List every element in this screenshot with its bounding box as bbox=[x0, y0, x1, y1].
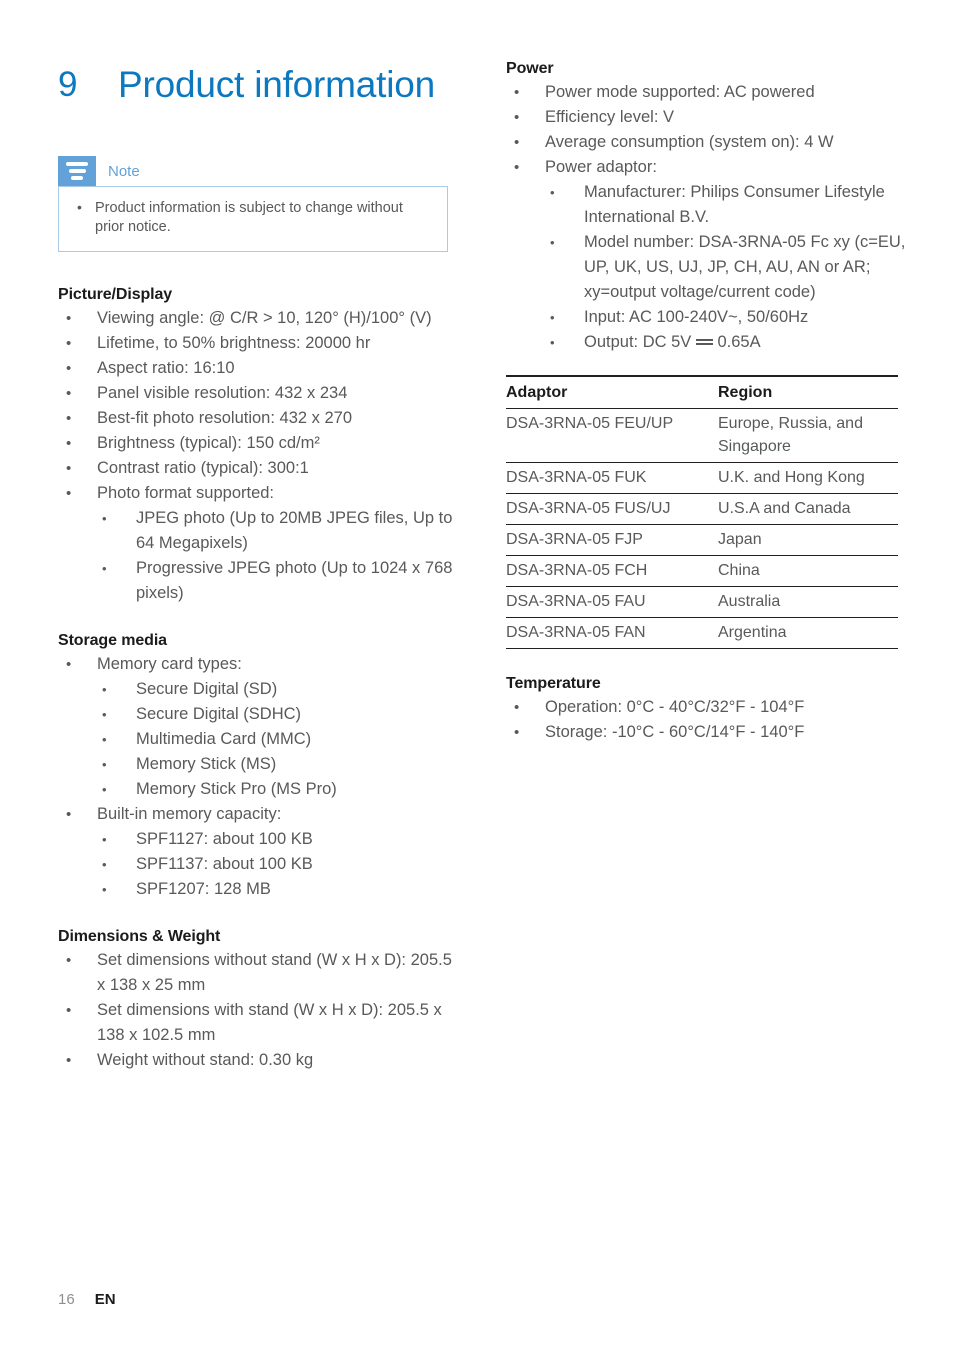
dimensions-weight-list: Set dimensions without stand (W x H x D)… bbox=[58, 948, 458, 1073]
section-storage-media: Storage media Memory card types: Secure … bbox=[58, 632, 458, 902]
section-picture-display: Picture/Display Viewing angle: @ C/R > 1… bbox=[58, 286, 458, 606]
builtin-memory-list: SPF1127: about 100 KB SPF1137: about 100… bbox=[97, 827, 458, 902]
list-item: Set dimensions with stand (W x H x D): 2… bbox=[58, 998, 458, 1048]
right-column: Power Power mode supported: AC powered E… bbox=[506, 60, 906, 745]
column-header-region: Region bbox=[718, 375, 898, 409]
section-heading: Picture/Display bbox=[58, 286, 173, 303]
list-item: Secure Digital (SD) bbox=[97, 677, 458, 702]
list-item: Progressive JPEG photo (Up to 1024 x 768… bbox=[97, 556, 458, 606]
note-tab: Note bbox=[58, 156, 448, 186]
list-item: Set dimensions without stand (W x H x D)… bbox=[58, 948, 458, 998]
list-item: Input: AC 100-240V~, 50/60Hz bbox=[545, 305, 906, 330]
cell-region: U.K. and Hong Kong bbox=[718, 462, 898, 494]
list-item: Brightness (typical): 150 cd/m² bbox=[58, 431, 458, 456]
list-item: Contrast ratio (typical): 300:1 bbox=[58, 456, 458, 481]
cell-region: U.S.A and Canada bbox=[718, 493, 898, 525]
page-footer: 16 EN bbox=[58, 1291, 116, 1308]
note-callout: Note Product information is subject to c… bbox=[58, 156, 448, 252]
note-body: Product information is subject to change… bbox=[58, 186, 448, 252]
cell-region: China bbox=[718, 555, 898, 587]
list-item: Aspect ratio: 16:10 bbox=[58, 356, 458, 381]
photo-format-list: JPEG photo (Up to 20MB JPEG files, Up to… bbox=[97, 506, 458, 606]
list-item: Viewing angle: @ C/R > 10, 120° (H)/100°… bbox=[58, 306, 458, 331]
cell-region: Japan bbox=[718, 524, 898, 556]
list-item: Model number: DSA-3RNA-05 Fc xy (c=EU, U… bbox=[545, 230, 906, 305]
list-item: Operation: 0°C - 40°C/32°F - 104°F bbox=[506, 695, 906, 720]
table-row: DSA-3RNA-05 FEU/UP Europe, Russia, and S… bbox=[506, 408, 898, 463]
list-item: Efficiency level: V bbox=[506, 105, 906, 130]
note-list-item: Product information is subject to change… bbox=[73, 198, 433, 237]
table-header-row: Adaptor Region bbox=[506, 375, 898, 409]
temperature-list: Operation: 0°C - 40°C/32°F - 104°F Stora… bbox=[506, 695, 906, 745]
section-heading: Power bbox=[506, 60, 554, 77]
list-item: Photo format supported: JPEG photo (Up t… bbox=[58, 481, 458, 606]
power-adaptor-list: Manufacturer: Philips Consumer Lifestyle… bbox=[545, 180, 906, 355]
list-item: JPEG photo (Up to 20MB JPEG files, Up to… bbox=[97, 506, 458, 556]
section-heading: Storage media bbox=[58, 632, 167, 649]
cell-adaptor: DSA-3RNA-05 FUK bbox=[506, 462, 718, 494]
cell-adaptor: DSA-3RNA-05 FCH bbox=[506, 555, 718, 587]
list-item: Manufacturer: Philips Consumer Lifestyle… bbox=[545, 180, 906, 230]
list-item: Storage: -10°C - 60°C/14°F - 140°F bbox=[506, 720, 906, 745]
list-item: Memory card types: Secure Digital (SD) S… bbox=[58, 652, 458, 802]
cell-adaptor: DSA-3RNA-05 FAU bbox=[506, 586, 718, 618]
document-page: 9 Product information Note Product infor… bbox=[0, 0, 954, 1350]
list-item: SPF1127: about 100 KB bbox=[97, 827, 458, 852]
output-prefix: Output: DC 5V bbox=[584, 333, 696, 351]
cell-adaptor: DSA-3RNA-05 FEU/UP bbox=[506, 408, 718, 463]
cell-adaptor: DSA-3RNA-05 FUS/UJ bbox=[506, 493, 718, 525]
cell-adaptor: DSA-3RNA-05 FAN bbox=[506, 617, 718, 649]
list-item: Power adaptor: Manufacturer: Philips Con… bbox=[506, 155, 906, 355]
storage-media-list: Memory card types: Secure Digital (SD) S… bbox=[58, 652, 458, 902]
left-column: 9 Product information Note Product infor… bbox=[58, 60, 458, 1073]
section-heading: Temperature bbox=[506, 675, 601, 692]
list-item: Weight without stand: 0.30 kg bbox=[58, 1048, 458, 1073]
list-item: Secure Digital (SDHC) bbox=[97, 702, 458, 727]
cell-region: Australia bbox=[718, 586, 898, 618]
chapter-number: 9 bbox=[58, 65, 78, 104]
output-suffix: 0.65A bbox=[712, 333, 761, 351]
table-row: DSA-3RNA-05 FJP Japan bbox=[506, 524, 898, 556]
list-item: Best-fit photo resolution: 432 x 270 bbox=[58, 406, 458, 431]
memory-card-types-list: Secure Digital (SD) Secure Digital (SDHC… bbox=[97, 677, 458, 802]
note-label: Note bbox=[108, 162, 140, 180]
picture-display-list: Viewing angle: @ C/R > 10, 120° (H)/100°… bbox=[58, 306, 458, 606]
chapter-heading: 9 Product information bbox=[58, 60, 458, 110]
table-row: DSA-3RNA-05 FAN Argentina bbox=[506, 617, 898, 649]
page-number: 16 bbox=[58, 1291, 75, 1308]
section-temperature: Temperature Operation: 0°C - 40°C/32°F -… bbox=[506, 675, 906, 745]
list-item: SPF1207: 128 MB bbox=[97, 877, 458, 902]
list-item: Power mode supported: AC powered bbox=[506, 80, 906, 105]
list-item: Multimedia Card (MMC) bbox=[97, 727, 458, 752]
list-item: Panel visible resolution: 432 x 234 bbox=[58, 381, 458, 406]
cell-region: Europe, Russia, and Singapore bbox=[718, 408, 898, 463]
section-heading: Dimensions & Weight bbox=[58, 928, 221, 945]
table-row: DSA-3RNA-05 FUK U.K. and Hong Kong bbox=[506, 462, 898, 494]
list-item: Average consumption (system on): 4 W bbox=[506, 130, 906, 155]
power-list: Power mode supported: AC powered Efficie… bbox=[506, 80, 906, 355]
language-code: EN bbox=[94, 1291, 116, 1308]
section-dimensions-weight: Dimensions & Weight Set dimensions witho… bbox=[58, 928, 458, 1073]
list-item: Built-in memory capacity: SPF1127: about… bbox=[58, 802, 458, 902]
section-power: Power Power mode supported: AC powered E… bbox=[506, 60, 906, 355]
direct-current-icon bbox=[695, 337, 713, 347]
table-row: DSA-3RNA-05 FUS/UJ U.S.A and Canada bbox=[506, 493, 898, 525]
note-icon bbox=[58, 156, 96, 186]
adaptor-region-table: Adaptor Region DSA-3RNA-05 FEU/UP Europe… bbox=[506, 375, 898, 649]
cell-region: Argentina bbox=[718, 617, 898, 649]
note-list: Product information is subject to change… bbox=[73, 198, 433, 237]
cell-adaptor: DSA-3RNA-05 FJP bbox=[506, 524, 718, 556]
list-item: SPF1137: about 100 KB bbox=[97, 852, 458, 877]
chapter-title: Product information bbox=[118, 64, 436, 105]
column-header-adaptor: Adaptor bbox=[506, 375, 718, 409]
list-item-output: Output: DC 5V 0.65A bbox=[545, 330, 906, 355]
table-row: DSA-3RNA-05 FCH China bbox=[506, 555, 898, 587]
list-item: Memory Stick Pro (MS Pro) bbox=[97, 777, 458, 802]
list-item: Lifetime, to 50% brightness: 20000 hr bbox=[58, 331, 458, 356]
list-item: Memory Stick (MS) bbox=[97, 752, 458, 777]
table-row: DSA-3RNA-05 FAU Australia bbox=[506, 586, 898, 618]
